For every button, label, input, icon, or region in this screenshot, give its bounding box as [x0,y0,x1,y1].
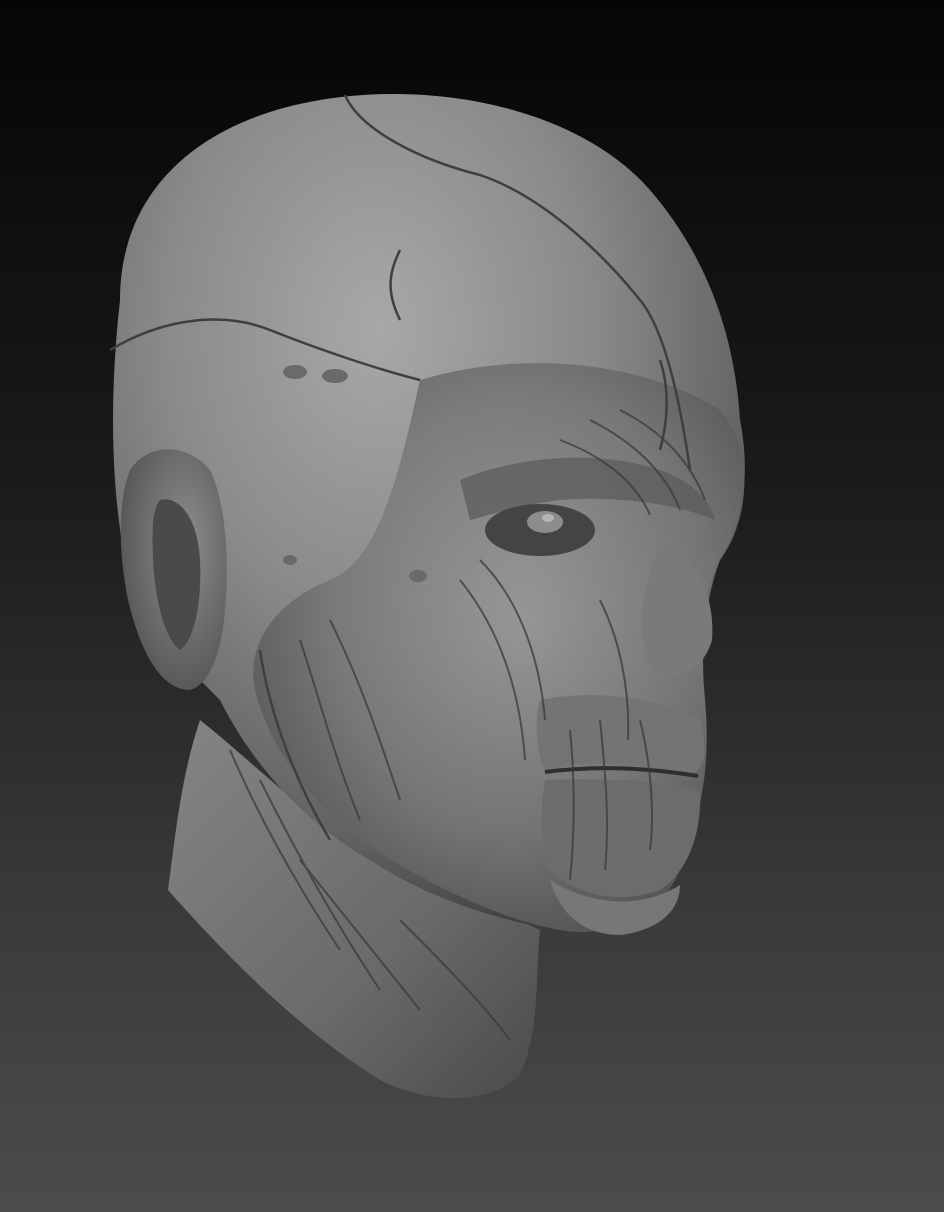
sculpted-head-render [109,94,745,1099]
sculpt-viewport [0,0,944,1212]
eye [527,511,563,533]
lower-lip [541,779,701,898]
eye-highlight [542,514,554,522]
